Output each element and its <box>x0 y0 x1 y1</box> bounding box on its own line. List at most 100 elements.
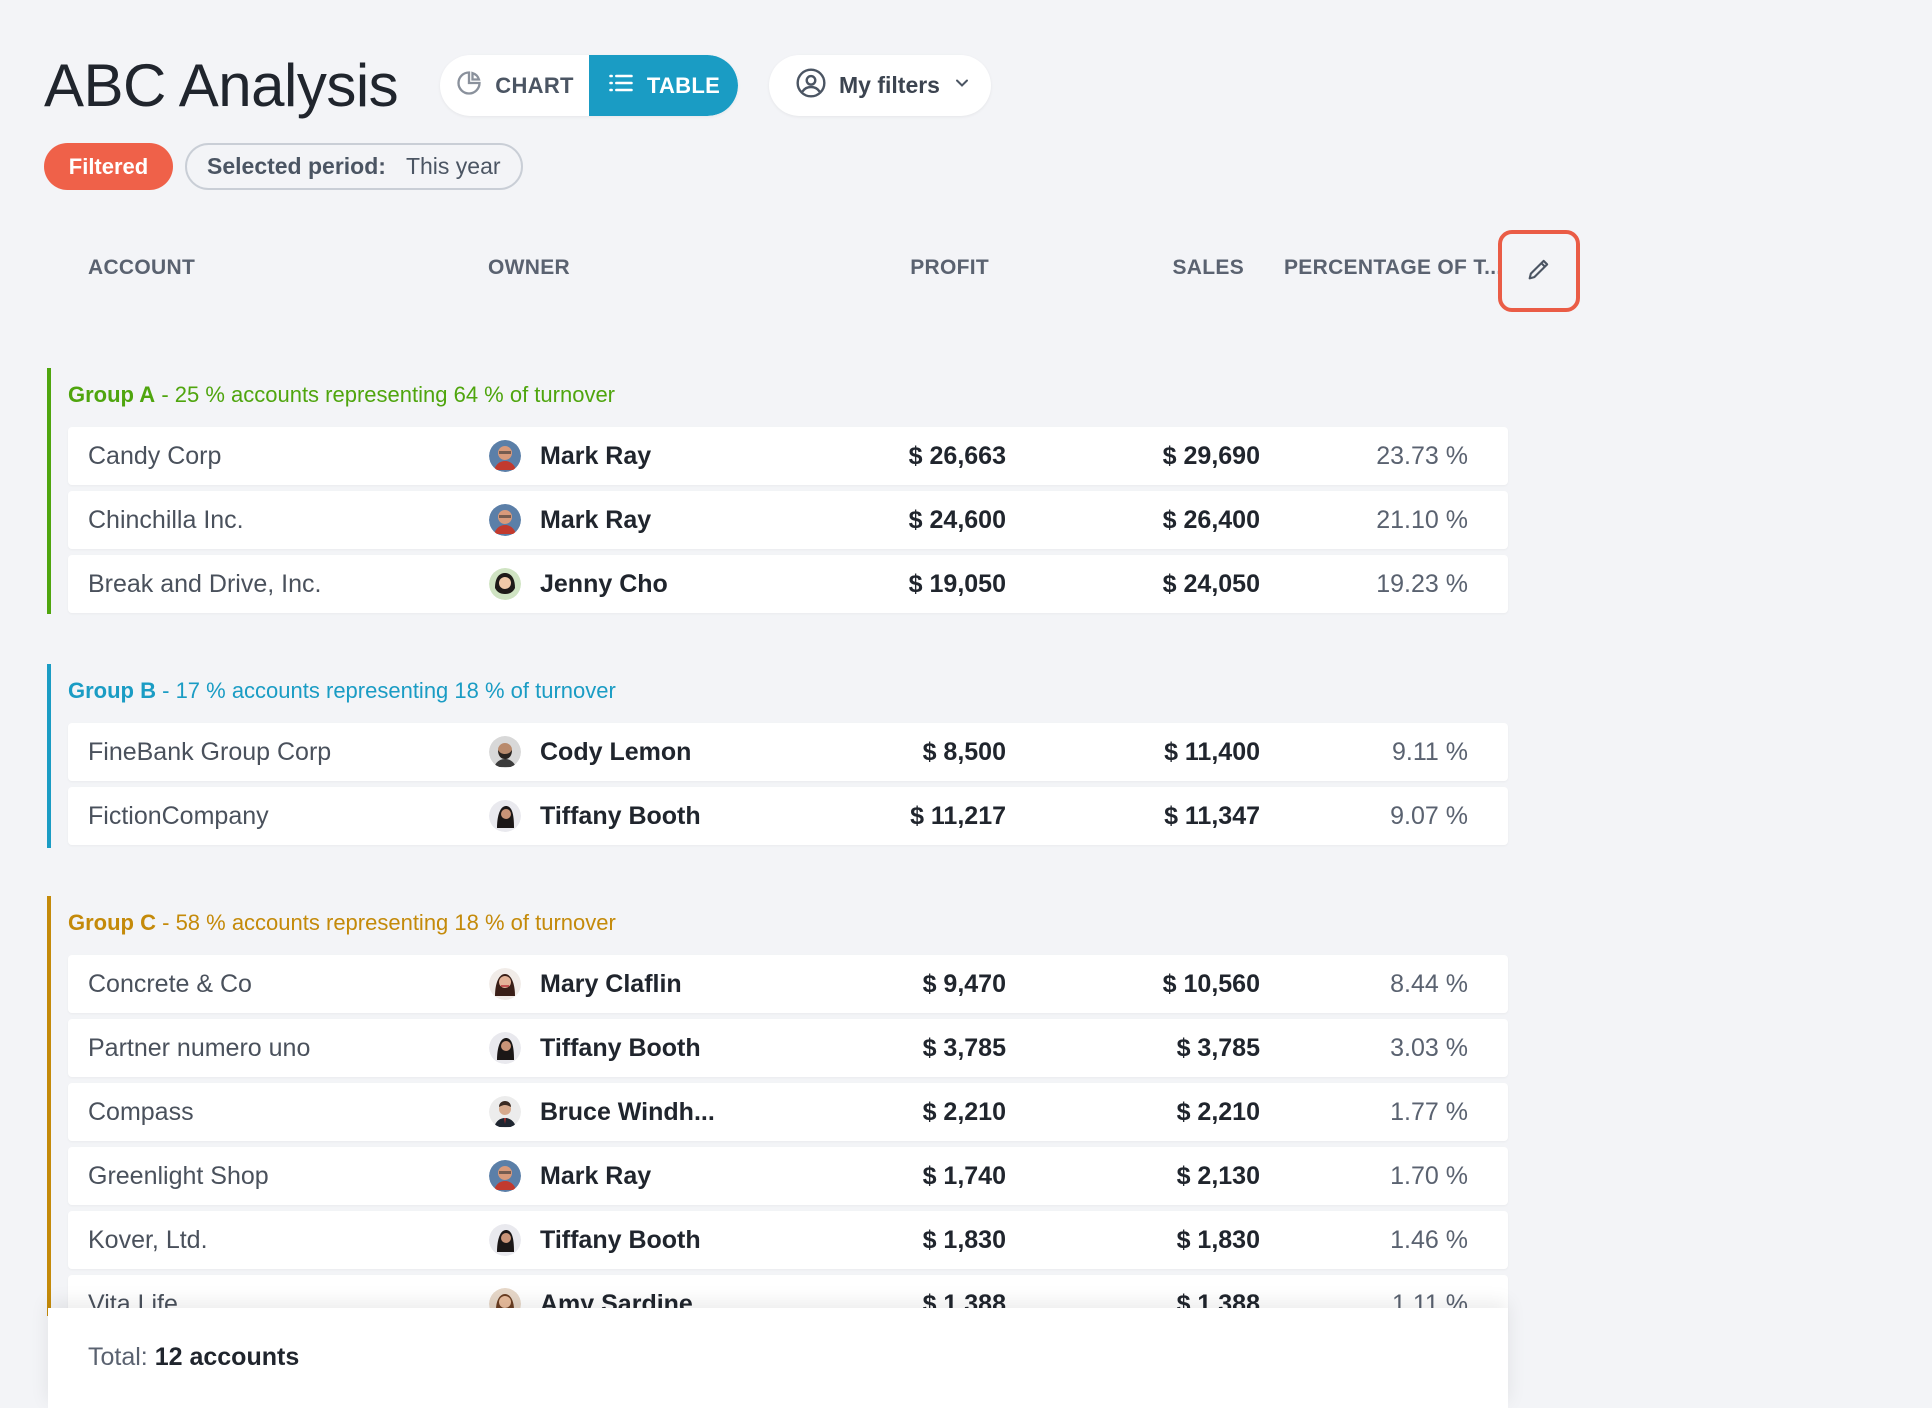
column-header-account[interactable]: ACCOUNT <box>88 256 195 280</box>
avatar <box>489 800 521 832</box>
column-header-profit[interactable]: PROFIT <box>910 256 989 280</box>
my-filters-dropdown[interactable]: My filters <box>769 55 991 116</box>
table-row[interactable]: Concrete & Co Mary Claflin $ 9,470 $ 10,… <box>68 955 1508 1013</box>
owner-name[interactable]: Bruce Windh... <box>540 1083 715 1141</box>
profit-value: $ 8,500 <box>922 738 1006 766</box>
total-label: Total: <box>88 1343 148 1371</box>
table-row[interactable]: FictionCompany Tiffany Booth $ 11,217 $ … <box>68 787 1508 845</box>
avatar <box>489 1032 521 1064</box>
group-summary: - 17 % accounts representing 18 % of tur… <box>162 678 616 703</box>
table-view-label: TABLE <box>646 72 721 98</box>
owner-name[interactable]: Mark Ray <box>540 427 651 485</box>
sales-value: $ 3,785 <box>1176 1034 1260 1062</box>
chevron-down-icon <box>952 72 972 99</box>
table-row[interactable]: Greenlight Shop Mark Ray $ 1,740 $ 2,130… <box>68 1147 1508 1205</box>
avatar <box>489 968 521 1000</box>
sales-value: $ 24,050 <box>1162 570 1260 598</box>
table-row[interactable]: FineBank Group Corp Cody Lemon $ 8,500 $… <box>68 723 1508 781</box>
chart-view-button[interactable]: CHART <box>440 55 589 116</box>
account-name[interactable]: Partner numero uno <box>88 1019 310 1077</box>
avatar <box>489 1160 521 1192</box>
page-title: ABC Analysis <box>44 52 399 119</box>
pie-chart-icon <box>455 69 483 103</box>
avatar <box>489 1224 521 1256</box>
owner-name[interactable]: Mark Ray <box>540 491 651 549</box>
list-icon <box>607 69 635 103</box>
account-name[interactable]: Break and Drive, Inc. <box>88 555 321 613</box>
group-name: Group A <box>68 382 156 407</box>
account-name[interactable]: Chinchilla Inc. <box>88 491 244 549</box>
table-row[interactable]: Chinchilla Inc. Mark Ray $ 24,600 $ 26,4… <box>68 491 1508 549</box>
percentage-value: 1.77 % <box>1390 1098 1468 1126</box>
account-name[interactable]: Candy Corp <box>88 427 221 485</box>
my-filters-label: My filters <box>839 72 940 98</box>
user-circle-icon <box>795 67 827 105</box>
table-row[interactable]: Break and Drive, Inc. Jenny Cho $ 19,050… <box>68 555 1508 613</box>
avatar <box>489 736 521 768</box>
edit-columns-button[interactable] <box>1498 230 1580 312</box>
percentage-value: 23.73 % <box>1376 442 1468 470</box>
sales-value: $ 10,560 <box>1162 970 1260 998</box>
pencil-icon <box>1525 255 1553 288</box>
selected-period-chip[interactable]: Selected period: This year <box>185 143 523 190</box>
owner-name[interactable]: Mark Ray <box>540 1147 651 1205</box>
percentage-value: 8.44 % <box>1390 970 1468 998</box>
account-name[interactable]: Greenlight Shop <box>88 1147 269 1205</box>
owner-name[interactable]: Tiffany Booth <box>540 1211 701 1269</box>
column-header-percentage[interactable]: PERCENTAGE OF T... <box>1284 256 1503 280</box>
account-name[interactable]: Compass <box>88 1083 194 1141</box>
profit-value: $ 24,600 <box>908 506 1006 534</box>
group-c-heading: Group C - 58 % accounts representing 18 … <box>68 910 616 936</box>
percentage-value: 1.70 % <box>1390 1162 1468 1190</box>
table-view-button[interactable]: TABLE <box>589 55 738 116</box>
avatar <box>489 568 521 600</box>
table-row[interactable]: Candy Corp Mark Ray $ 26,663 $ 29,690 23… <box>68 427 1508 485</box>
selected-period-value: This year <box>405 153 501 179</box>
profit-value: $ 9,470 <box>922 970 1006 998</box>
group-b-bar <box>47 664 51 848</box>
owner-name[interactable]: Tiffany Booth <box>540 787 701 845</box>
percentage-value: 9.07 % <box>1390 802 1468 830</box>
profit-value: $ 11,217 <box>910 802 1006 830</box>
account-name[interactable]: Concrete & Co <box>88 955 252 1013</box>
profit-value: $ 3,785 <box>922 1034 1006 1062</box>
group-c-bar <box>47 896 51 1316</box>
percentage-value: 21.10 % <box>1376 506 1468 534</box>
owner-name[interactable]: Tiffany Booth <box>540 1019 701 1077</box>
avatar <box>489 440 521 472</box>
group-name: Group C <box>68 910 156 935</box>
filtered-badge[interactable]: Filtered <box>44 143 173 190</box>
group-b-heading: Group B - 17 % accounts representing 18 … <box>68 678 616 704</box>
total-value: 12 accounts <box>154 1343 300 1371</box>
sales-value: $ 26,400 <box>1162 506 1260 534</box>
account-name[interactable]: FineBank Group Corp <box>88 723 331 781</box>
table-row[interactable]: Compass Bruce Windh... $ 2,210 $ 2,210 1… <box>68 1083 1508 1141</box>
owner-name[interactable]: Jenny Cho <box>540 555 668 613</box>
avatar <box>489 504 521 536</box>
column-header-sales[interactable]: SALES <box>1172 256 1244 280</box>
sales-value: $ 11,347 <box>1164 802 1260 830</box>
selected-period-label: Selected period: <box>207 153 386 179</box>
group-a-heading: Group A - 25 % accounts representing 64 … <box>68 382 615 408</box>
table-row[interactable]: Partner numero uno Tiffany Booth $ 3,785… <box>68 1019 1508 1077</box>
group-a-bar <box>47 368 51 614</box>
account-name[interactable]: Kover, Ltd. <box>88 1211 208 1269</box>
percentage-value: 19.23 % <box>1376 570 1468 598</box>
table-row[interactable]: Kover, Ltd. Tiffany Booth $ 1,830 $ 1,83… <box>68 1211 1508 1269</box>
profit-value: $ 2,210 <box>922 1098 1006 1126</box>
sales-value: $ 1,830 <box>1176 1226 1260 1254</box>
column-header-owner[interactable]: OWNER <box>488 256 570 280</box>
sales-value: $ 11,400 <box>1164 738 1260 766</box>
group-summary: - 58 % accounts representing 18 % of tur… <box>162 910 616 935</box>
owner-name[interactable]: Cody Lemon <box>540 723 691 781</box>
percentage-value: 3.03 % <box>1390 1034 1468 1062</box>
sales-value: $ 2,210 <box>1176 1098 1260 1126</box>
profit-value: $ 1,830 <box>922 1226 1006 1254</box>
view-toggle: CHART TABLE <box>440 55 738 116</box>
avatar <box>489 1096 521 1128</box>
chart-view-label: CHART <box>495 72 574 98</box>
total-summary: Total: 12 accounts <box>88 1343 299 1372</box>
owner-name[interactable]: Mary Claflin <box>540 955 682 1013</box>
account-name[interactable]: FictionCompany <box>88 787 269 845</box>
sales-value: $ 2,130 <box>1176 1162 1260 1190</box>
